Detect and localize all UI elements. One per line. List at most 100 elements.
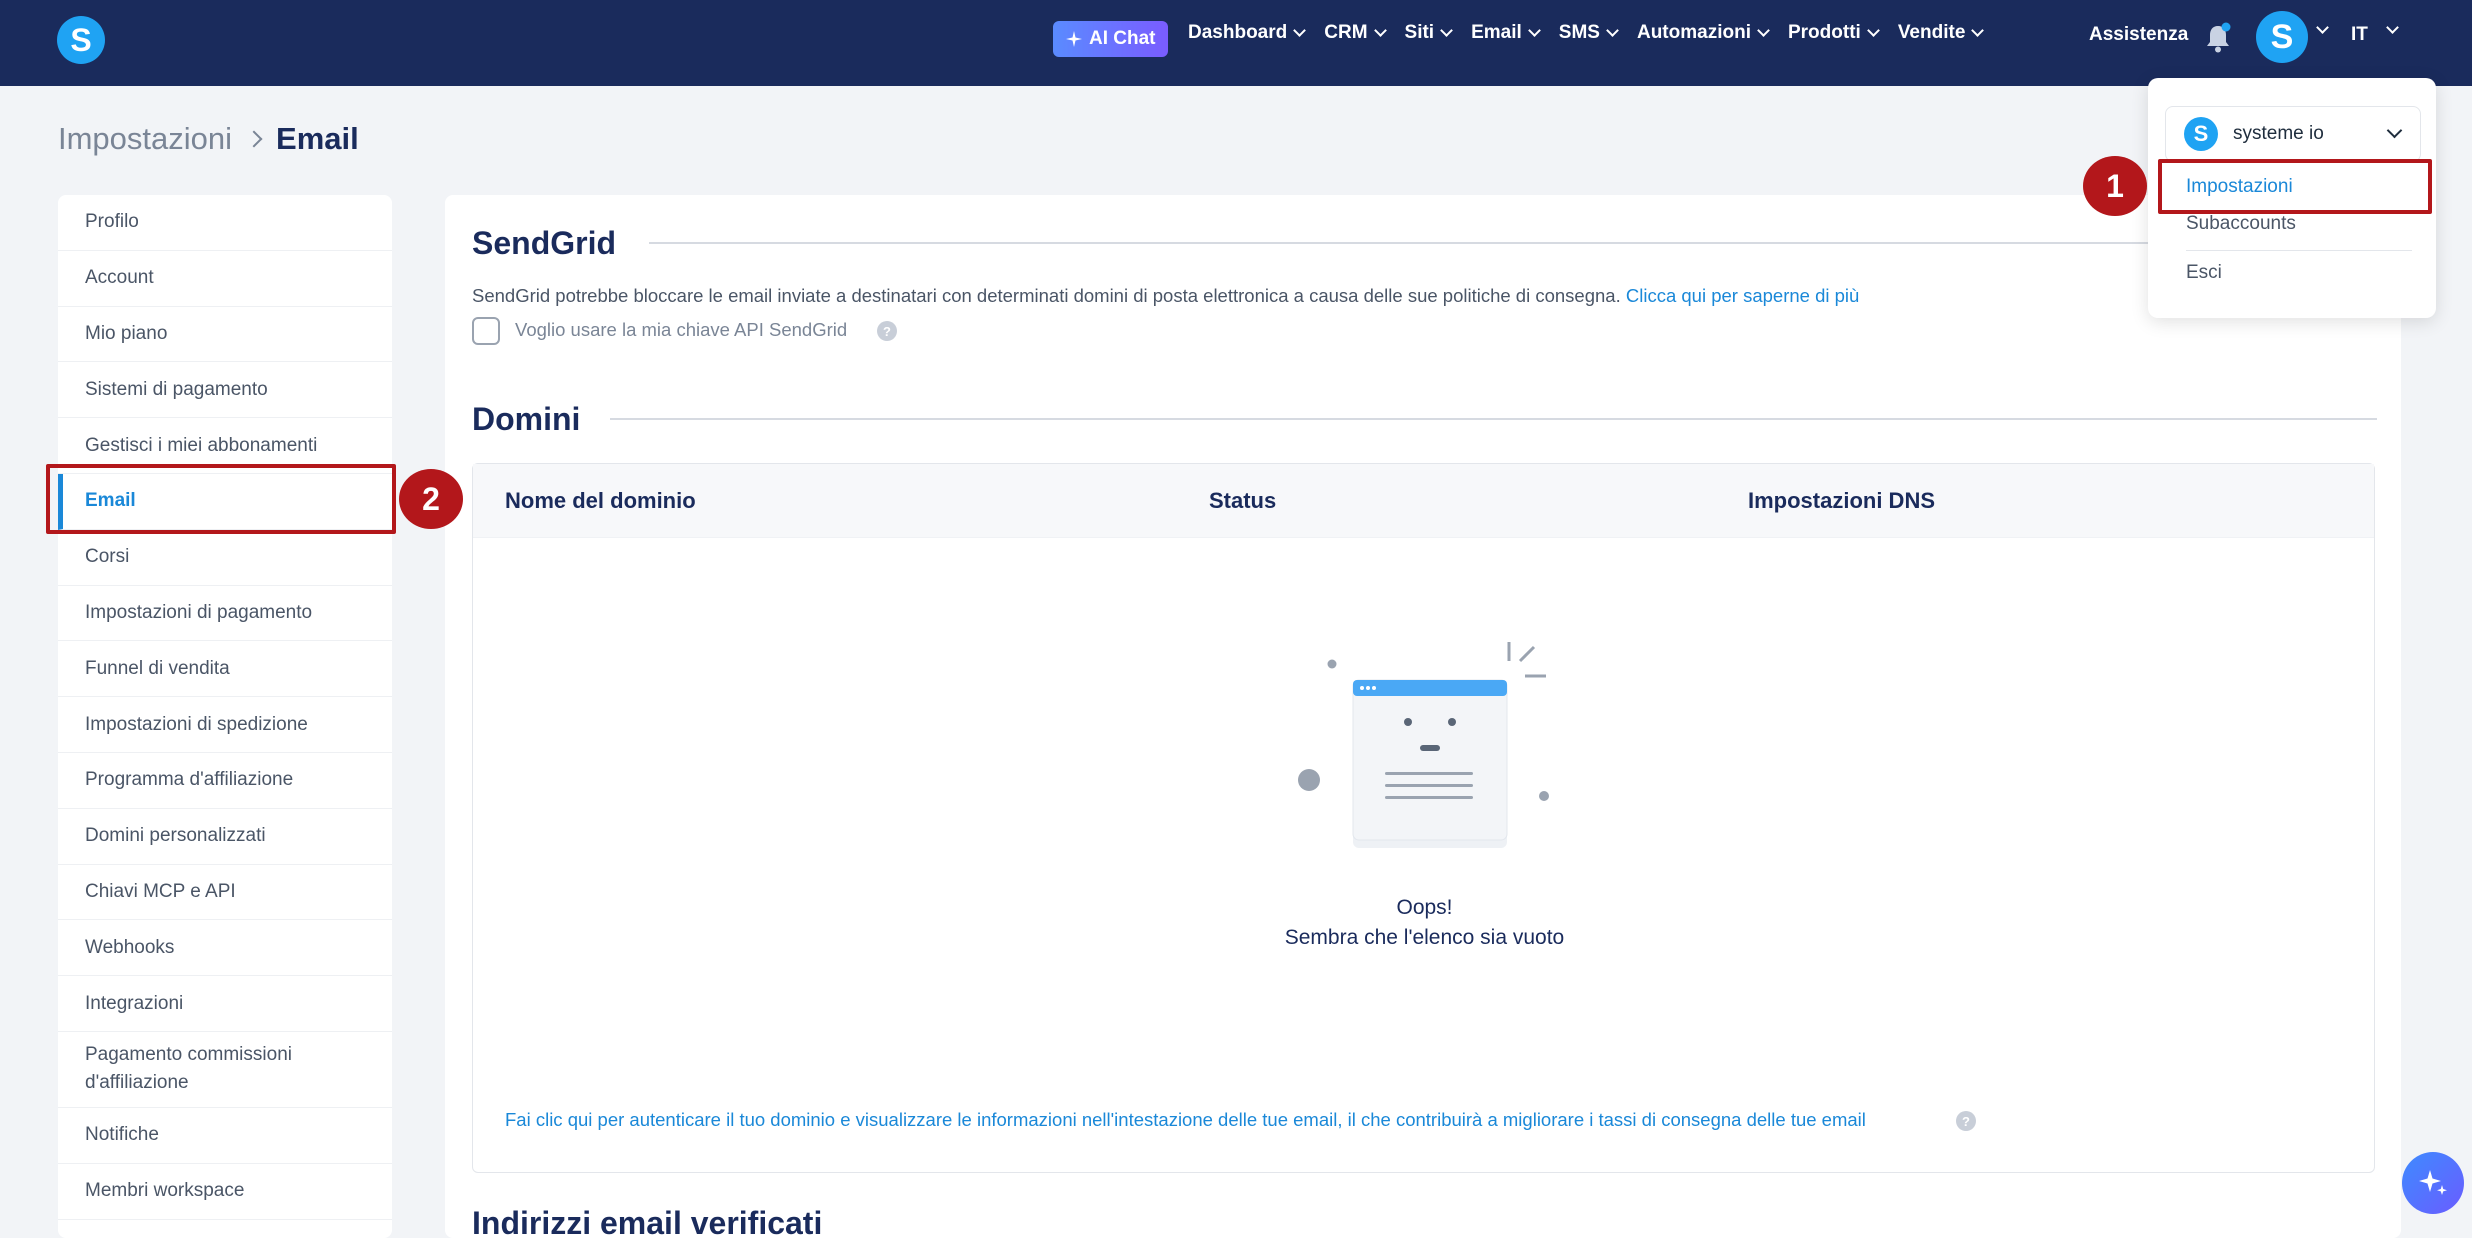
sidebar-item-label: Impostazioni di spedizione — [85, 713, 308, 735]
sidebar-item-account[interactable]: Account — [58, 251, 392, 307]
nav-label: SMS — [1558, 22, 1600, 43]
sidebar-item-label: Account — [85, 267, 154, 289]
chevron-down-icon — [1293, 24, 1307, 37]
sidebar-item-label: Programma d'affiliazione — [85, 769, 294, 791]
sidebar-item-label: Chiavi MCP e API — [85, 880, 236, 902]
empty-list-illustration — [1298, 642, 1549, 848]
ai-assistant-fab[interactable] — [2402, 1152, 2464, 1214]
sidebar-item-label: Profilo — [85, 211, 139, 233]
annotation-badge-2: 2 — [399, 469, 463, 529]
sidebar-item-affiliazione[interactable]: Programma d'affiliazione — [58, 753, 392, 809]
workspace-logo: S — [2184, 117, 2218, 151]
sidebar-item-impostazioni-pagamento[interactable]: Impostazioni di pagamento — [58, 586, 392, 642]
account-avatar[interactable]: S — [2256, 11, 2308, 63]
workspace-name: systeme io — [2233, 123, 2324, 144]
main-nav: Dashboard CRM Siti Email SMS Automazioni… — [1188, 22, 1985, 44]
nav-crm[interactable]: CRM — [1324, 22, 1387, 44]
top-navbar: S AI Chat Dashboard CRM Siti Email SMS A… — [0, 0, 2472, 86]
sidebar-item-commissioni[interactable]: Pagamento commissioni d'affiliazione — [58, 1032, 392, 1108]
domains-title: Domini — [472, 401, 581, 437]
menu-item-esci[interactable]: Esci — [2186, 262, 2222, 284]
nav-dashboard[interactable]: Dashboard — [1188, 22, 1307, 44]
menu-divider — [2186, 250, 2412, 251]
sidebar-item-integrazioni[interactable]: Integrazioni — [58, 976, 392, 1032]
sendgrid-description-text: SendGrid potrebbe bloccare le email invi… — [472, 285, 1621, 306]
chevron-down-icon — [1440, 24, 1453, 37]
chevron-down-icon — [1971, 24, 1985, 37]
nav-siti[interactable]: Siti — [1404, 22, 1453, 44]
sidebar-item-chiavi-api[interactable]: Chiavi MCP e API — [58, 865, 392, 921]
sidebar-item-label: Pagamento commissioni d'affiliazione — [85, 1044, 292, 1094]
sendgrid-title: SendGrid — [472, 225, 617, 261]
sidebar-item-label: Gestisci i miei abbonamenti — [85, 434, 318, 456]
sidebar-item-corsi[interactable]: Corsi — [58, 530, 392, 586]
annotation-highlight-2 — [46, 464, 396, 534]
sidebar-item-spedizione[interactable]: Impostazioni di spedizione — [58, 697, 392, 753]
sidebar-item-label: Domini personalizzati — [85, 825, 266, 847]
nav-label: Siti — [1404, 22, 1435, 43]
ai-chat-button[interactable]: AI Chat — [1053, 21, 1168, 57]
sidebar-item-webhooks[interactable]: Webhooks — [58, 920, 392, 977]
nav-automazioni[interactable]: Automazioni — [1636, 22, 1770, 44]
nav-label: CRM — [1324, 22, 1368, 43]
chevron-down-icon — [1866, 24, 1880, 37]
domains-table: Nome del dominio Status Impostazioni DNS… — [472, 463, 2375, 1173]
workspace-selector[interactable]: S systeme io — [2165, 106, 2421, 162]
sidebar-item-label: Mio piano — [85, 322, 168, 344]
settings-sidebar: Profilo Account Mio piano Sistemi di pag… — [58, 195, 392, 1238]
sidebar-item-domini[interactable]: Domini personalizzati — [58, 809, 392, 865]
sparkle-icon — [1066, 31, 1082, 47]
language-selector[interactable]: IT — [2351, 24, 2368, 46]
breadcrumb-current: Email — [276, 121, 359, 156]
learn-more-link[interactable]: Clicca qui per saperne di più — [1626, 285, 1859, 306]
nav-email[interactable]: Email — [1471, 22, 1541, 44]
sidebar-item-label: Webhooks — [85, 936, 175, 958]
nav-label: Automazioni — [1636, 22, 1751, 43]
sidebar-item-membri[interactable]: Membri workspace — [58, 1164, 392, 1220]
nav-label: Vendite — [1897, 22, 1966, 43]
bell-icon[interactable] — [2204, 22, 2232, 54]
help-icon[interactable]: ? — [1956, 1111, 1976, 1131]
sparkle-icon — [2419, 1170, 2447, 1195]
sidebar-item-label: Impostazioni di pagamento — [85, 601, 313, 623]
sidebar-item-funnel[interactable]: Funnel di vendita — [58, 641, 392, 698]
nav-sms[interactable]: SMS — [1558, 22, 1619, 44]
menu-item-subaccounts[interactable]: Subaccounts — [2186, 213, 2296, 235]
verified-emails-title: Indirizzi email verificati — [472, 1205, 823, 1238]
empty-title: Oops! — [1396, 896, 1453, 919]
ai-chat-label: AI Chat — [1089, 28, 1156, 49]
systeme-logo[interactable]: S — [57, 16, 105, 64]
sidebar-item-label: Membri workspace — [85, 1180, 245, 1202]
sidebar-item-label: Funnel di vendita — [85, 657, 230, 679]
sidebar-item-label: Notifiche — [85, 1124, 159, 1146]
sidebar-item-mio-piano[interactable]: Mio piano — [58, 307, 392, 363]
chevron-right-icon — [245, 130, 263, 148]
section-divider — [649, 242, 2377, 244]
main-content: SendGrid SendGrid potrebbe bloccare le e… — [445, 195, 2401, 1238]
annotation-badge-1: 1 — [2083, 156, 2147, 216]
breadcrumb-parent[interactable]: Impostazioni — [58, 121, 232, 157]
sidebar-item-notifiche[interactable]: Notifiche — [58, 1108, 392, 1164]
sendgrid-description: SendGrid potrebbe bloccare le email invi… — [472, 285, 1859, 307]
annotation-highlight-1 — [2158, 159, 2432, 214]
chevron-down-icon — [1606, 24, 1619, 37]
nav-vendite[interactable]: Vendite — [1897, 22, 1985, 44]
empty-message: Sembra che l'elenco sia vuoto — [1284, 926, 1565, 949]
section-divider — [610, 418, 2377, 420]
nav-label: Email — [1471, 22, 1522, 43]
sidebar-item-profilo[interactable]: Profilo — [58, 195, 392, 251]
sendgrid-checkbox-label[interactable]: Voglio usare la mia chiave API SendGrid — [515, 319, 847, 341]
assistance-link[interactable]: Assistenza — [2089, 24, 2188, 46]
chevron-down-icon — [1527, 24, 1541, 37]
sendgrid-api-key-checkbox[interactable] — [472, 317, 500, 345]
authenticate-domain-link[interactable]: Fai clic qui per autenticare il tuo domi… — [505, 1109, 1866, 1131]
nav-label: Prodotti — [1787, 22, 1861, 43]
chevron-down-icon — [2386, 122, 2403, 139]
avatar-chevron-down-icon[interactable] — [2316, 21, 2329, 34]
nav-prodotti[interactable]: Prodotti — [1787, 22, 1880, 44]
sidebar-item-label: Sistemi di pagamento — [85, 378, 268, 400]
help-icon[interactable]: ? — [877, 321, 897, 341]
language-chevron-down-icon[interactable] — [2386, 21, 2399, 34]
sidebar-item-sistemi-pagamento[interactable]: Sistemi di pagamento — [58, 362, 392, 419]
sidebar-item-label: Corsi — [85, 546, 130, 568]
